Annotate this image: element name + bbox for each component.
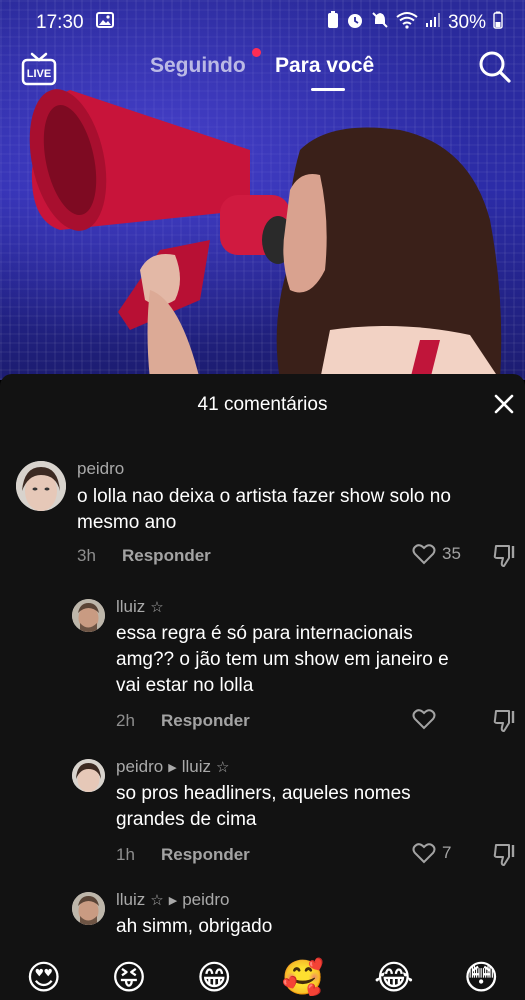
emoji-tears-of-joy[interactable]: 😂 [374,956,414,1000]
status-time: 17:30 [36,12,84,33]
comment-text-line: essa regra é só para internacionais [116,623,413,644]
active-tab-indicator [311,88,345,91]
alarm-icon [346,11,364,35]
battery-icon [493,11,503,35]
heart-icon [412,709,436,730]
comment-time: 3h [77,546,96,565]
tab-following[interactable]: Seguindo [150,54,246,78]
battery-saver-icon [327,11,339,35]
comment-reply-item: lluiz ☆ essa regra é só para internacion… [0,595,525,745]
comment-time: 2h [116,711,135,730]
mute-icon [371,11,389,35]
battery-percent: 30% [447,12,486,33]
emoji-flushed[interactable]: 😳 [464,956,499,1000]
comment-text-line: grandes de cima [116,809,257,830]
comment-reply-item: peidro ▶ lluiz ☆ so pros headliners, aqu… [0,755,525,875]
avatar[interactable] [72,599,105,632]
comment-text-line: o lolla nao deixa o artista fazer show s… [77,486,451,507]
comment-username[interactable]: peidro [77,459,124,479]
star-icon: ☆ [150,892,164,909]
heart-icon [412,843,436,864]
reply-button[interactable]: Responder [161,845,250,865]
emoji-grin[interactable]: 😁 [197,956,232,1000]
close-icon [494,394,514,414]
emoji-tongue-squint[interactable]: 😝 [111,956,146,1000]
tab-for-you[interactable]: Para você [275,54,374,78]
dislike-button[interactable] [492,708,518,734]
comment-username[interactable]: lluiz ☆ [116,597,164,617]
comment-username[interactable]: peidro ▶ lluiz ☆ [116,757,229,777]
reply-arrow-icon: ▶ [168,894,178,907]
top-navigation: LIVE Seguindo Para você [0,46,525,94]
comment-text: o lolla nao deixa o artista fazer show s… [77,484,451,536]
like-button[interactable]: 35 [412,543,461,565]
username-text: lluiz [116,890,146,909]
avatar[interactable] [72,892,105,925]
thumbs-down-icon [493,844,515,866]
close-comments-button[interactable] [492,392,516,416]
notification-dot [252,48,261,57]
reply-to-username[interactable]: lluiz [182,757,211,777]
comment-text-line: mesmo ano [77,512,177,533]
search-icon [479,51,511,83]
username-text: peidro [77,459,125,478]
comment-text-line: ah simm, obrigado [116,916,273,937]
comment-text-line: amg?? o jão tem um show em janeiro e [116,649,449,670]
status-bar: 17:30 30% [0,0,525,46]
thumbs-down-icon [493,545,515,567]
live-button[interactable]: LIVE [20,50,58,88]
username-text: lluiz [116,597,146,616]
comments-count-title: 41 comentários [197,394,328,415]
video-player[interactable]: 17:30 30% LIVE Seguindo Para você [0,0,525,380]
wifi-icon [396,11,418,35]
comment-text: ah simm, obrigado [116,914,272,940]
comments-header: 41 comentários [0,374,525,436]
avatar[interactable] [16,461,66,511]
thumbs-down-icon [493,710,515,732]
like-count: 7 [442,843,452,862]
emoji-quick-bar: 😍 😝 😁 🥰 😂 😳 [0,956,525,1000]
like-count: 35 [442,544,461,563]
like-button[interactable]: 7 [412,842,451,864]
svg-text:LIVE: LIVE [27,68,51,80]
avatar[interactable] [72,759,105,792]
signal-icon [425,12,441,34]
reply-button[interactable]: Responder [122,546,211,566]
like-button[interactable] [412,708,436,730]
reply-arrow-icon: ▶ [168,761,177,774]
comment-username[interactable]: lluiz ☆ ▶ peidro [116,890,229,910]
gallery-icon [95,12,114,34]
comment-text: essa regra é só para internacionais amg?… [116,621,449,699]
reply-to-username[interactable]: peidro [182,890,229,910]
reply-button[interactable]: Responder [161,711,250,731]
comment-text-line: vai estar no lolla [116,675,254,696]
comment-time: 1h [116,845,135,864]
comment-item: peidro o lolla nao deixa o artista fazer… [0,455,525,585]
emoji-smiling-hearts[interactable]: 🥰 [282,956,324,1000]
search-button[interactable] [478,50,512,84]
live-tv-icon: LIVE [21,52,57,86]
comment-reply-item: lluiz ☆ ▶ peidro ah simm, obrigado [0,888,525,948]
comment-text-line: so pros headliners, aqueles nomes [116,783,411,804]
star-icon: ☆ [150,599,164,616]
dislike-button[interactable] [492,842,518,868]
dislike-button[interactable] [492,543,518,569]
heart-icon [412,544,436,565]
star-icon: ☆ [216,759,230,776]
comment-text: so pros headliners, aqueles nomes grande… [116,781,411,833]
emoji-heart-eyes[interactable]: 😍 [26,956,61,1000]
username-text: peidro [116,757,164,776]
